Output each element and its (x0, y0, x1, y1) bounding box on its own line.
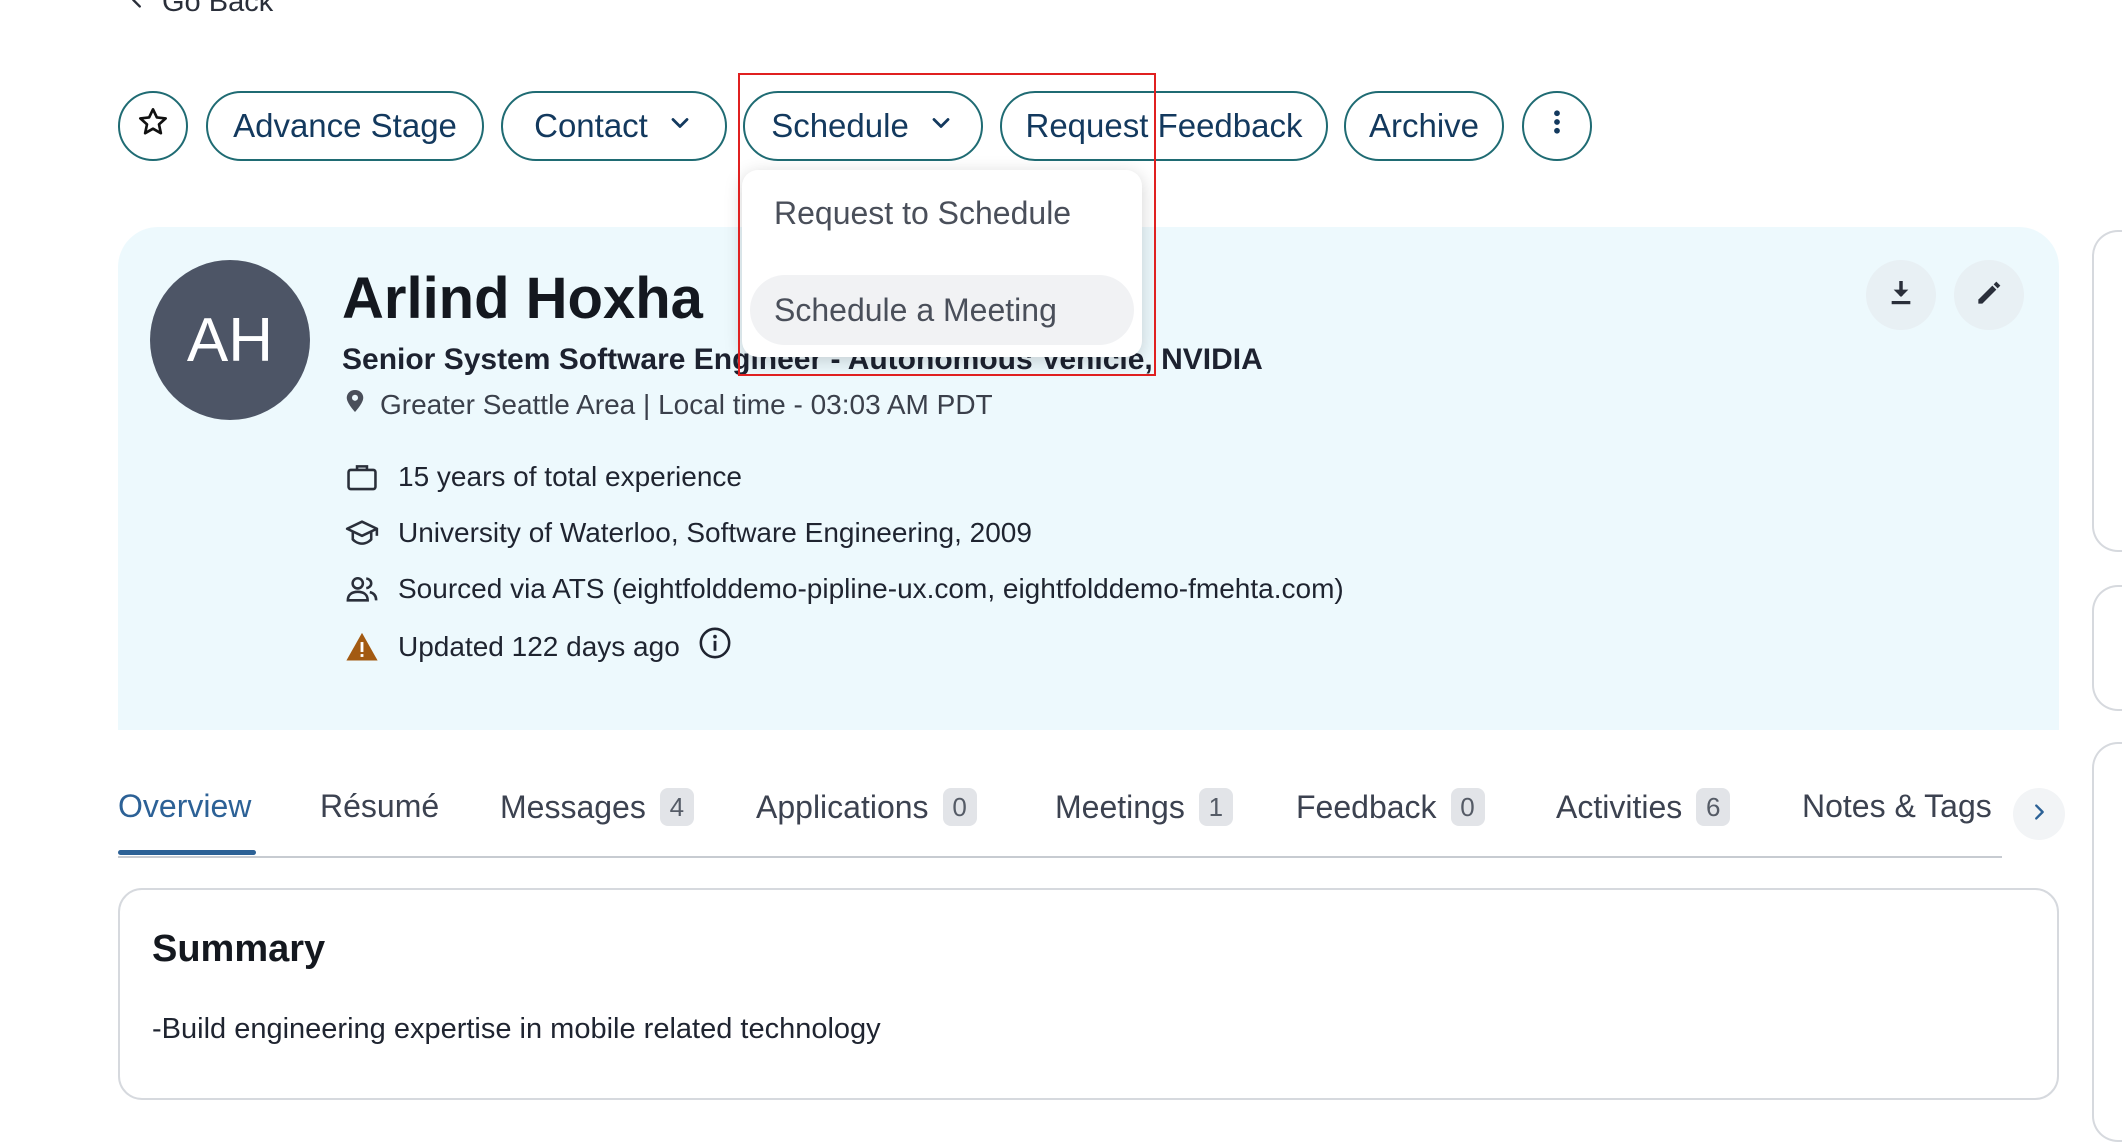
people-icon (344, 571, 380, 607)
tab-messages[interactable]: Messages 4 (500, 788, 694, 826)
tab-meetings[interactable]: Meetings 1 (1055, 788, 1233, 826)
download-button[interactable] (1866, 260, 1936, 330)
contact-label: Contact (534, 107, 648, 144)
schedule-dropdown-menu: Request to Schedule Schedule a Meeting (742, 170, 1142, 357)
more-vertical-icon (1542, 107, 1572, 145)
go-back-link[interactable]: Go Back (126, 0, 273, 19)
count-badge: 0 (1450, 788, 1485, 826)
advance-stage-button[interactable]: Advance Stage (206, 91, 484, 161)
active-tab-indicator (118, 850, 256, 855)
chevron-left-icon (126, 0, 148, 19)
candidate-location: Greater Seattle Area | Local time - 03:0… (344, 388, 993, 421)
tab-overview[interactable]: Overview (118, 788, 251, 825)
tab-activities[interactable]: Activities 6 (1556, 788, 1731, 826)
tab-label: Feedback (1296, 788, 1437, 825)
tab-label: Applications (756, 788, 929, 825)
education-row: University of Waterloo, Software Enginee… (344, 515, 1032, 551)
tab-label: Notes & Tags (1802, 788, 1992, 824)
education-text: University of Waterloo, Software Enginee… (398, 517, 1032, 548)
tab-applications[interactable]: Applications 0 (756, 788, 977, 826)
source-text: Sourced via ATS (eightfolddemo-pipline-u… (398, 573, 1344, 604)
experience-text: 15 years of total experience (398, 461, 742, 492)
more-actions-button[interactable] (1522, 91, 1592, 161)
request-to-schedule-item[interactable]: Request to Schedule (750, 178, 1134, 248)
tab-label: Overview (118, 788, 252, 824)
favorite-button[interactable] (118, 91, 188, 161)
request-feedback-button[interactable]: Request Feedback (1000, 91, 1328, 161)
pencil-icon (1973, 277, 2005, 314)
tab-notes-tags[interactable]: Notes & Tags (1802, 788, 1992, 825)
edit-button[interactable] (1954, 260, 2024, 330)
warning-icon (344, 629, 380, 665)
go-back-label: Go Back (162, 0, 274, 18)
tab-bar: Overview Résumé Messages 4 Applications … (118, 780, 2002, 858)
updated-row: Updated 122 days ago (344, 626, 732, 667)
location-text: Greater Seattle Area | Local time - 03:0… (380, 388, 993, 420)
info-icon[interactable] (698, 626, 732, 667)
updated-text: Updated 122 days ago (398, 630, 680, 662)
count-badge: 4 (659, 788, 694, 826)
star-icon (137, 106, 169, 146)
request-feedback-label: Request Feedback (1025, 107, 1303, 144)
tab-label: Meetings (1055, 788, 1185, 825)
schedule-button[interactable]: Schedule (743, 91, 983, 161)
count-badge: 0 (942, 788, 977, 826)
side-panel-edge (2092, 585, 2122, 711)
briefcase-icon (344, 459, 380, 495)
archive-label: Archive (1368, 107, 1480, 144)
advance-stage-label: Advance Stage (233, 107, 457, 144)
avatar: AH (150, 260, 310, 420)
chevron-right-icon (2028, 801, 2050, 828)
side-panel-edge (2092, 230, 2122, 552)
location-pin-icon (344, 388, 366, 421)
source-row: Sourced via ATS (eightfolddemo-pipline-u… (344, 571, 1344, 607)
archive-button[interactable]: Archive (1344, 91, 1504, 161)
download-icon (1885, 277, 1917, 314)
tabs-scroll-right-button[interactable] (2013, 788, 2065, 840)
chevron-down-icon (927, 107, 955, 145)
candidate-name: Arlind Hoxha (342, 266, 703, 331)
experience-row: 15 years of total experience (344, 459, 742, 495)
tab-label: Activities (1556, 788, 1683, 825)
summary-title: Summary (152, 928, 326, 970)
summary-card (118, 888, 2059, 1100)
tab-resume[interactable]: Résumé (320, 788, 439, 825)
schedule-label: Schedule (771, 107, 909, 144)
graduation-cap-icon (344, 515, 380, 551)
chevron-down-icon (666, 107, 694, 145)
side-panel-edge (2092, 742, 2122, 1142)
tab-label: Résumé (320, 788, 440, 824)
count-badge: 1 (1198, 788, 1233, 826)
count-badge: 6 (1696, 788, 1731, 826)
tab-label: Messages (500, 788, 646, 825)
summary-text: -Build engineering expertise in mobile r… (152, 1013, 881, 1045)
contact-button[interactable]: Contact (501, 91, 727, 161)
tab-feedback[interactable]: Feedback 0 (1296, 788, 1485, 826)
schedule-a-meeting-item[interactable]: Schedule a Meeting (750, 275, 1134, 345)
